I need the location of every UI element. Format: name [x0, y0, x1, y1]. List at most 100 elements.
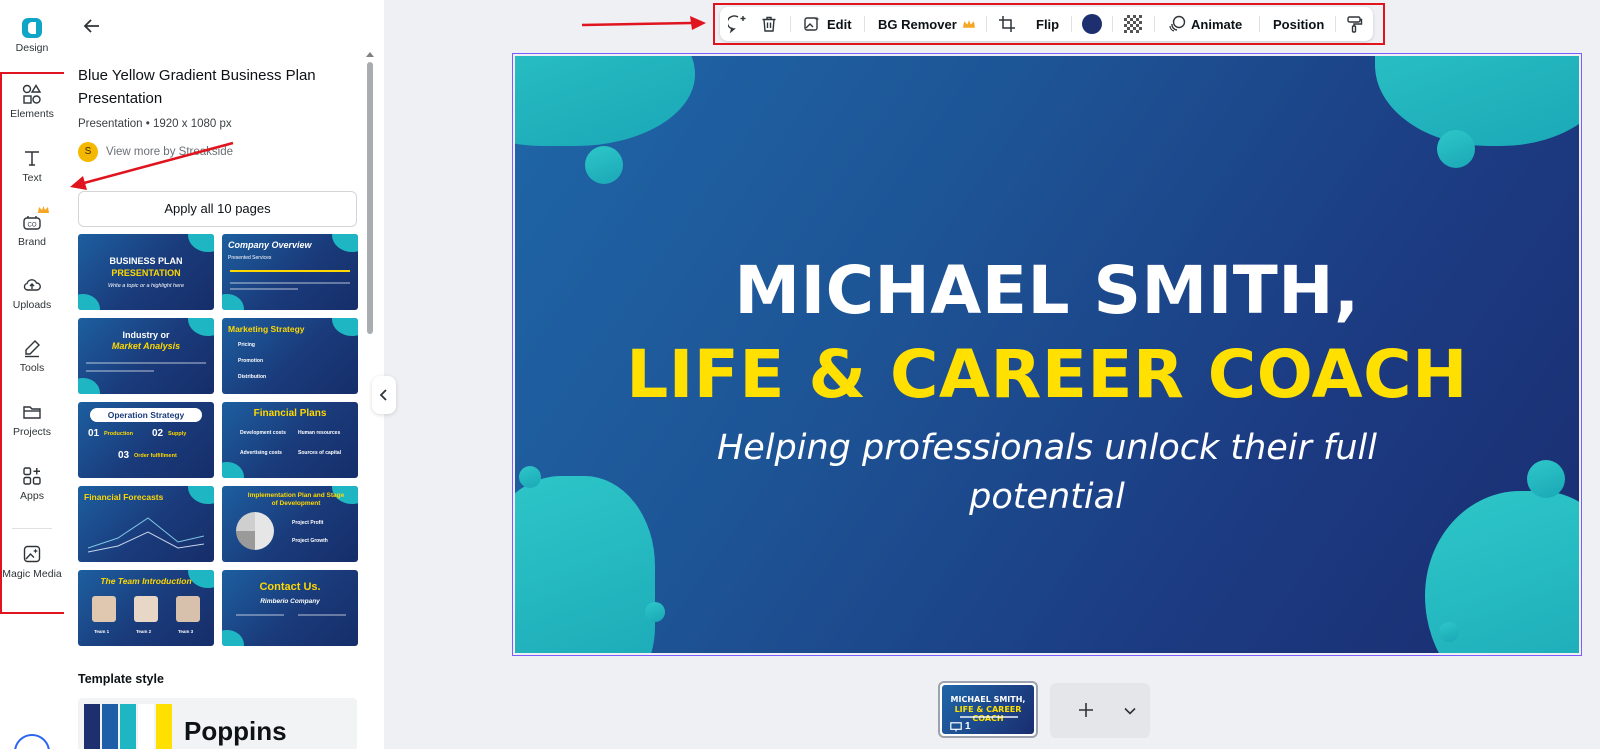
- template-thumbnail[interactable]: Marketing Strategy Pricing Promotion Dis…: [222, 318, 358, 394]
- page-thumbnail[interactable]: MICHAEL SMITH, LIFE & CAREER COACH 1: [938, 681, 1038, 738]
- slide-tagline[interactable]: Helping professionals unlock their full …: [695, 424, 1399, 522]
- apps-grid-icon: [23, 467, 41, 485]
- svg-text:CO: CO: [28, 223, 37, 229]
- template-style-card[interactable]: Poppins: [78, 698, 357, 749]
- rail-item-brand[interactable]: CO Brand: [0, 206, 64, 248]
- delete-button[interactable]: [760, 7, 778, 41]
- left-rail: Design Elements Text CO Brand Uploads To…: [0, 0, 64, 749]
- edit-label: Edit: [827, 16, 852, 32]
- thumb-pie-chart: [236, 512, 274, 550]
- rail-item-apps[interactable]: Apps: [0, 466, 64, 502]
- animate-icon: [1169, 15, 1186, 32]
- page-number: 1: [965, 721, 971, 732]
- rail-item-projects[interactable]: Projects: [0, 402, 64, 438]
- back-arrow-icon[interactable]: [80, 14, 104, 38]
- template-thumbnail[interactable]: Financial Forecasts: [78, 486, 214, 562]
- template-thumbnail[interactable]: Financial Plans Development costs Human …: [222, 402, 358, 478]
- thumb-shape: [222, 630, 244, 646]
- transparency-button[interactable]: [1124, 7, 1142, 41]
- template-thumbnail[interactable]: The Team Introduction Team 1 Team 2 Team…: [78, 570, 214, 646]
- thumb-title: Company Overview: [228, 240, 312, 250]
- decor-circle: [645, 602, 665, 622]
- thumb-shape: [78, 378, 100, 394]
- rail-label-tools: Tools: [19, 362, 45, 374]
- chevron-down-icon[interactable]: [1124, 707, 1136, 715]
- crown-icon: [38, 206, 49, 213]
- apply-all-pages-button[interactable]: Apply all 10 pages: [78, 191, 357, 227]
- copy-style-button[interactable]: [1345, 7, 1363, 41]
- page-number-badge: 1: [950, 721, 971, 732]
- rail-item-tools[interactable]: Tools: [0, 338, 64, 374]
- rail-divider: [12, 528, 52, 529]
- rail-item-magic-media[interactable]: Magic Media: [0, 544, 64, 580]
- palette-swatch: [84, 704, 100, 749]
- flip-button[interactable]: Flip: [1036, 7, 1059, 41]
- thumb-title: Financial Plans: [253, 408, 327, 419]
- thumb-item: Promotion: [238, 358, 263, 364]
- scroll-up-icon[interactable]: [366, 52, 374, 57]
- template-thumbnail[interactable]: Implementation Plan and Stage of Develop…: [222, 486, 358, 562]
- thumb-item: 01: [88, 428, 100, 439]
- color-button[interactable]: [1082, 7, 1102, 41]
- bg-remover-label: BG Remover: [878, 16, 957, 32]
- thumb-shape: [222, 294, 244, 310]
- page-thumb-line3: [960, 716, 1018, 718]
- thumb-subtitle: Rimberio Company: [260, 598, 320, 605]
- rail-label-magic-media: Magic Media: [2, 568, 62, 580]
- thumb-title: Implementation Plan and Stage of Develop…: [247, 492, 345, 507]
- animate-button[interactable]: Animate: [1168, 7, 1242, 41]
- bg-remover-button[interactable]: BG Remover: [878, 7, 975, 41]
- rail-item-elements[interactable]: Elements: [0, 84, 64, 120]
- template-thumbnail[interactable]: Operation Strategy 01 Production 02 Supp…: [78, 402, 214, 478]
- creator-link[interactable]: View more by Streakside: [106, 146, 233, 158]
- decor-circle: [1437, 130, 1475, 168]
- template-thumbnail[interactable]: Company Overview Presented Services: [222, 234, 358, 310]
- folder-icon: [23, 406, 41, 419]
- collapse-panel-button[interactable]: [372, 376, 396, 414]
- thumb-item: Human resources: [298, 430, 341, 436]
- thumb-shape: [188, 234, 214, 252]
- assistant-button[interactable]: [14, 734, 50, 749]
- toolbar-separator: [1071, 16, 1072, 32]
- canva-editor: Design Elements Text CO Brand Uploads To…: [0, 0, 1600, 749]
- creator-row[interactable]: S View more by Streakside: [78, 141, 233, 163]
- add-page-button[interactable]: [1050, 683, 1150, 738]
- palette-swatch: [102, 704, 118, 749]
- rail-item-text[interactable]: Text: [0, 148, 64, 184]
- rail-item-uploads[interactable]: Uploads: [0, 275, 64, 311]
- thumb-item: Project Profit: [292, 520, 324, 526]
- template-panel: Blue Yellow Gradient Business Plan Prese…: [64, 0, 384, 749]
- toolbar-separator: [864, 16, 865, 32]
- thumb-title: Financial Forecasts: [84, 492, 164, 502]
- crown-icon: [962, 19, 975, 28]
- position-button[interactable]: Position: [1273, 7, 1324, 41]
- comment-add-button[interactable]: [728, 7, 748, 41]
- thumb-text-line: [86, 370, 154, 372]
- thumb-title: The Team Introduction: [100, 576, 192, 586]
- thumb-text-line: [298, 614, 346, 616]
- design-logo-icon: [22, 18, 42, 38]
- decor-circle: [585, 146, 623, 184]
- template-thumbnail[interactable]: Industry or Market Analysis: [78, 318, 214, 394]
- magic-image-icon: [23, 545, 41, 563]
- rail-label-uploads: Uploads: [12, 299, 52, 311]
- thumb-timeline: [230, 270, 350, 272]
- template-thumbnail[interactable]: Contact Us. Rimberio Company: [222, 570, 358, 646]
- slide-name-heading[interactable]: MICHAEL SMITH,: [515, 252, 1579, 329]
- template-thumbnail[interactable]: BUSINESS PLAN PRESENTATION Write a topic…: [78, 234, 214, 310]
- crop-button[interactable]: [998, 7, 1016, 41]
- rail-label-elements: Elements: [10, 108, 54, 120]
- slide-role-heading[interactable]: LIFE & CAREER COACH: [515, 336, 1579, 413]
- color-swatch: [1082, 14, 1102, 34]
- team-photo: [176, 596, 200, 622]
- rail-label-apps: Apps: [20, 490, 44, 502]
- crop-icon: [999, 16, 1015, 32]
- edit-image-button[interactable]: Edit: [803, 7, 852, 41]
- decor-blob: [1375, 56, 1579, 146]
- thumb-note: Write a topic or a highlight here: [107, 283, 185, 289]
- panel-scrollbar[interactable]: [367, 62, 373, 334]
- rail-item-design[interactable]: Design: [0, 18, 64, 54]
- slide-canvas[interactable]: MICHAEL SMITH, LIFE & CAREER COACH Helpi…: [515, 56, 1579, 653]
- thumb-subtitle: PRESENTATION: [111, 268, 181, 278]
- thumb-title: BUSINESS PLAN: [109, 256, 183, 266]
